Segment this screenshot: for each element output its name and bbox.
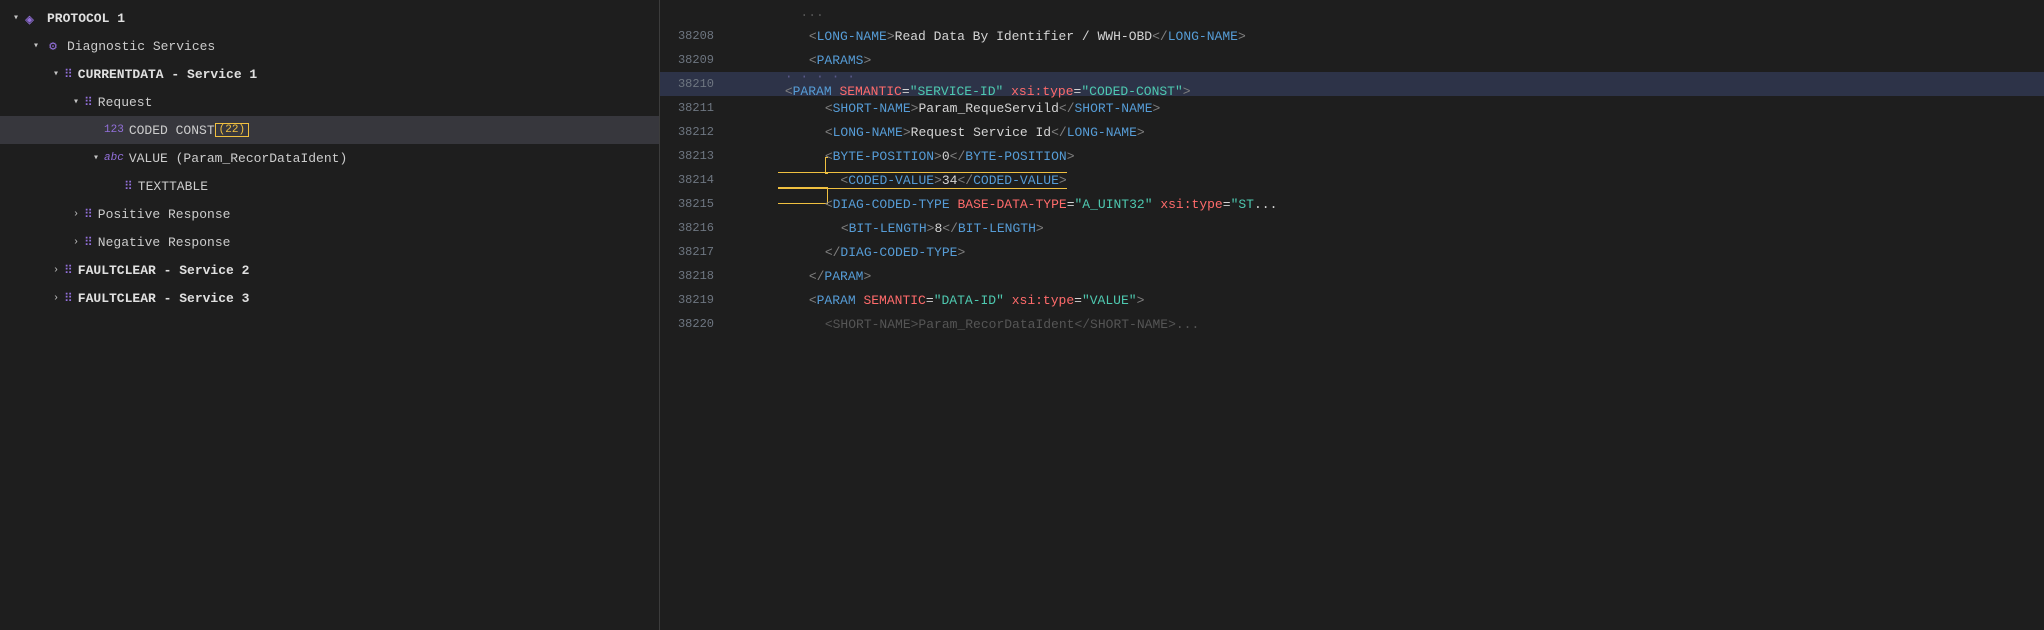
grid-icon: ⠿	[84, 235, 93, 250]
tree-item-texttable[interactable]: ⠿ TEXTTABLE	[0, 172, 659, 200]
tree-item-value-param[interactable]: ▾ abc VALUE (Param_RecorDataIdent)	[0, 144, 659, 172]
faded-text: <SHORT-NAME>Param_RecorDataIdent</SHORT-…	[825, 317, 1199, 332]
bracket: >	[1238, 29, 1246, 44]
bracket: >	[1137, 125, 1145, 140]
attr-val-uint32: "A_UINT32"	[1075, 197, 1153, 212]
tree-item-positive-response[interactable]: › ⠿ Positive Response	[0, 200, 659, 228]
tree-item-faultclear3[interactable]: › ⠿ FAULTCLEAR - Service 3	[0, 284, 659, 312]
tree-label-texttable: TEXTTABLE	[138, 179, 208, 194]
chevron-down-icon: ▾	[68, 94, 84, 110]
abc-icon: abc	[104, 152, 124, 164]
line-num-38212: 38212	[660, 125, 730, 139]
tree-item-request[interactable]: ▾ ⠿ Request	[0, 88, 659, 116]
tag-longname-close: LONG-NAME	[1168, 29, 1238, 44]
tree-item-protocol1[interactable]: ▾ PROTOCOL 1	[0, 4, 659, 32]
grid-icon: ⠿	[64, 291, 73, 306]
grid-icon: ⠿	[64, 67, 73, 82]
chevron-down-icon: ▾	[88, 150, 104, 166]
line-num-38213: 38213	[660, 149, 730, 163]
tree-item-currentdata[interactable]: ▾ ⠿ CURRENTDATA - Service 1	[0, 60, 659, 88]
bracket: >	[1036, 221, 1044, 236]
line-num-38208: 38208	[660, 29, 730, 43]
grid-icon: ⠿	[84, 207, 93, 222]
layers-icon	[24, 9, 42, 27]
eq: =	[1067, 197, 1075, 212]
grid-icon: ⠿	[124, 179, 133, 194]
tag-bit-length-close: BIT-LENGTH	[958, 221, 1036, 236]
text: Read Data By Identifier / WWH-OBD	[895, 29, 1152, 44]
line-num-38211: 38211	[660, 101, 730, 115]
line-content-38220: <SHORT-NAME>Param_RecorDataIdent</SHORT-…	[730, 302, 1199, 347]
line-num-38209: 38209	[660, 53, 730, 67]
tree-label-faultclear2: FAULTCLEAR - Service 2	[78, 263, 250, 278]
tree-label-value-param: VALUE (Param_RecorDataIdent)	[129, 151, 347, 166]
coded-const-badge: (22)	[215, 123, 249, 137]
tag-long-name2-close: LONG-NAME	[1067, 125, 1137, 140]
chevron-right-icon: ›	[68, 234, 84, 250]
chevron-right-icon: ›	[48, 262, 64, 278]
ellipsis: ...	[1254, 197, 1277, 212]
bracket: >	[887, 29, 895, 44]
attr-xsi-type2: xsi:type	[1160, 197, 1222, 212]
tree-label-diagnostic: Diagnostic Services	[67, 39, 215, 54]
chevron-down-icon: ▾	[28, 38, 44, 54]
xml-editor-panel: ... 38208 <LONG-NAME>Read Data By Identi…	[660, 0, 2044, 630]
tree-label-coded-const: CODED CONST	[129, 123, 215, 138]
tree-label-positive-response: Positive Response	[98, 207, 231, 222]
tree-label-currentdata: CURRENTDATA - Service 1	[78, 67, 257, 82]
chevron-down-icon: ▾	[48, 66, 64, 82]
bracket: >	[1153, 101, 1161, 116]
dot-indicator: · · · · ·	[785, 69, 855, 84]
tree-item-negative-response[interactable]: › ⠿ Negative Response	[0, 228, 659, 256]
grid-icon: ⠿	[64, 263, 73, 278]
line-num-38217: 38217	[660, 245, 730, 259]
line-num-38216: 38216	[660, 221, 730, 235]
chevron-right-icon: ›	[68, 206, 84, 222]
line-num-38219: 38219	[660, 293, 730, 307]
chevron-down-icon: ▾	[8, 10, 24, 26]
attr-val-st: "ST	[1231, 197, 1254, 212]
eq2: =	[1223, 197, 1231, 212]
bracket: >	[957, 245, 965, 260]
grid-icon: ⠿	[84, 95, 93, 110]
gear-icon	[44, 37, 62, 55]
line-num-38218: 38218	[660, 269, 730, 283]
line-num-38215: 38215	[660, 197, 730, 211]
123-icon: 123	[104, 124, 124, 136]
tree-panel: ▾ PROTOCOL 1 ▾ Diagnostic Services ▾ ⠿ C…	[0, 0, 660, 630]
bracket: >	[1067, 149, 1075, 164]
line-num-38214: 38214	[660, 173, 730, 187]
tree-label-protocol1: PROTOCOL 1	[47, 11, 125, 26]
tree-item-coded-const[interactable]: 123 CODED CONST (22)	[0, 116, 659, 144]
line-num-38210: 38210	[660, 77, 730, 91]
chevron-right-icon: ›	[48, 290, 64, 306]
line-num-38220: 38220	[660, 317, 730, 331]
tree-label-faultclear3: FAULTCLEAR - Service 3	[78, 291, 250, 306]
tree-item-faultclear2[interactable]: › ⠿ FAULTCLEAR - Service 2	[0, 256, 659, 284]
tree-label-request: Request	[98, 95, 153, 110]
xml-line-38220: 38220 <SHORT-NAME>Param_RecorDataIdent</…	[660, 312, 2044, 336]
bracket: </	[1152, 29, 1168, 44]
tree-label-negative-response: Negative Response	[98, 235, 231, 250]
tree-item-diagnostic[interactable]: ▾ Diagnostic Services	[0, 32, 659, 60]
